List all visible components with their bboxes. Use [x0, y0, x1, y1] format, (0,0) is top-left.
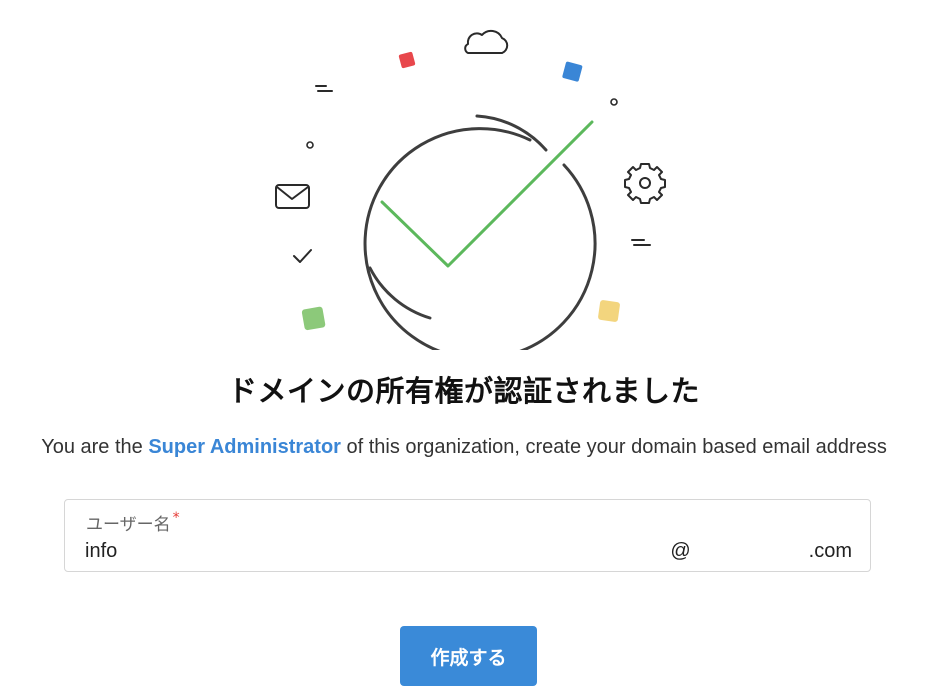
yellow-confetti — [598, 300, 620, 322]
big-checkmark-icon — [380, 120, 594, 268]
dash-decoration-left — [315, 85, 333, 92]
username-field[interactable]: ユーザー名* @ .com — [64, 499, 871, 572]
domain-tld: .com — [808, 540, 852, 562]
domain-at-sign: @ — [670, 540, 691, 562]
super-administrator-role: Super Administrator — [148, 436, 341, 458]
subtitle-text-before: You are the — [41, 436, 149, 458]
dot-decoration-right — [610, 98, 618, 106]
cloud-icon — [464, 29, 509, 54]
domain-verified-illustration — [275, 29, 666, 350]
username-input[interactable] — [85, 538, 645, 564]
page-title: ドメインの所有権が認証されました — [227, 374, 700, 408]
username-label: ユーザー名 * — [86, 510, 180, 535]
envelope-icon — [275, 184, 310, 209]
blue-confetti — [562, 61, 583, 82]
red-confetti — [398, 51, 416, 69]
required-asterisk: * — [172, 510, 180, 526]
green-confetti — [301, 306, 326, 331]
redacted-domain — [690, 541, 809, 562]
page-subtitle: You are the Super Administrator of this … — [0, 436, 928, 459]
gear-icon — [624, 163, 666, 204]
username-label-text: ユーザー名 — [86, 515, 171, 535]
check-small-icon — [293, 249, 312, 263]
dash-decoration-right — [631, 239, 651, 246]
dot-decoration-left — [306, 141, 314, 149]
create-button[interactable]: 作成する — [400, 626, 537, 686]
subtitle-text-after: of this organization, create your domain… — [340, 436, 887, 458]
domain-suffix: @ .com — [670, 540, 852, 563]
